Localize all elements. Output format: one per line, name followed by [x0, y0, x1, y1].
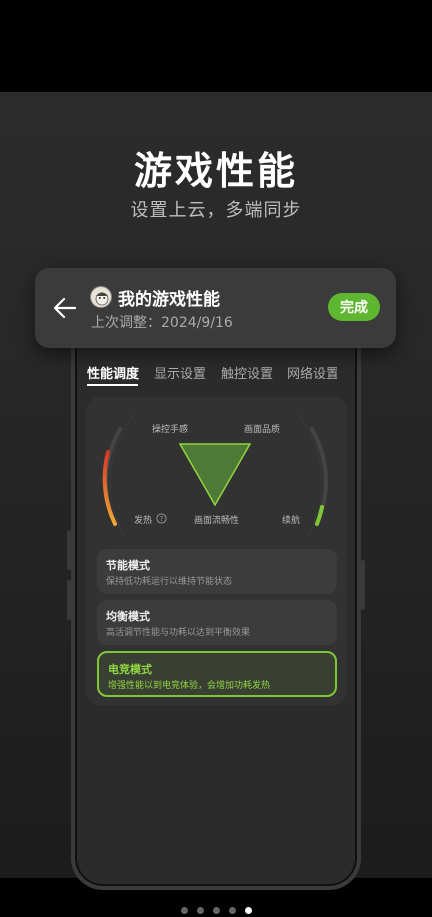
page-title: 我的游戏性能 [118, 290, 220, 310]
performance-triangle [178, 443, 252, 507]
page-dot[interactable] [228, 907, 236, 914]
last-adjusted-text: 上次调整：2024/9/16 [91, 315, 233, 331]
gauge-label-battery: 续航 [282, 516, 301, 526]
page-indicator [0, 907, 432, 914]
tab-performance[interactable]: 性能调度 [87, 363, 139, 382]
tab-touch[interactable]: 触控设置 [221, 363, 273, 382]
mode-balanced[interactable]: 均衡模式 高活调节性能与功耗以达到平衡效果 [97, 600, 337, 645]
svg-text:?: ? [160, 515, 164, 523]
phone-side-button [67, 580, 71, 620]
page-dot[interactable] [212, 907, 220, 914]
mode-esports[interactable]: 电竞模式 增强性能以到电竞体验，会增加功耗发热 [97, 651, 337, 697]
mode-description: 高活调节性能与功耗以达到平衡效果 [106, 628, 251, 638]
gauge-label-heat: 发热 [134, 516, 153, 526]
gauge-label-quality: 画面品质 [244, 425, 281, 435]
mode-title: 电竞模式 [108, 663, 152, 676]
mode-title: 均衡模式 [106, 610, 150, 623]
info-icon[interactable]: ? [156, 513, 167, 524]
battery-track [310, 427, 328, 526]
mode-description: 保持低功耗运行以维持节能状态 [106, 577, 233, 587]
tab-display[interactable]: 显示设置 [154, 363, 206, 382]
tab-active-indicator [87, 384, 138, 386]
top-bar [0, 0, 432, 92]
phone-side-button [361, 560, 365, 610]
avatar [90, 286, 112, 308]
page-dot-active[interactable] [244, 907, 252, 914]
done-button[interactable]: 完成 [328, 293, 380, 321]
page-dot[interactable] [196, 907, 204, 914]
back-arrow-icon[interactable] [51, 294, 79, 322]
page-dot[interactable] [180, 907, 188, 914]
mode-title: 节能模式 [106, 559, 150, 572]
gauge-label-control: 操控手感 [152, 425, 189, 435]
mode-description: 增强性能以到电竞体验，会增加功耗发热 [108, 681, 271, 691]
phone-side-button [67, 530, 71, 570]
tab-network[interactable]: 网络设置 [287, 363, 337, 382]
gauge-label-smoothness: 画面流畅性 [194, 516, 240, 526]
battery-arc [315, 505, 324, 526]
hero-subtitle: 设置上云，多端同步 [130, 200, 302, 221]
hero-title: 游戏性能 [133, 149, 298, 193]
mode-power-saving[interactable]: 节能模式 保持低功耗运行以维持节能状态 [97, 549, 337, 594]
